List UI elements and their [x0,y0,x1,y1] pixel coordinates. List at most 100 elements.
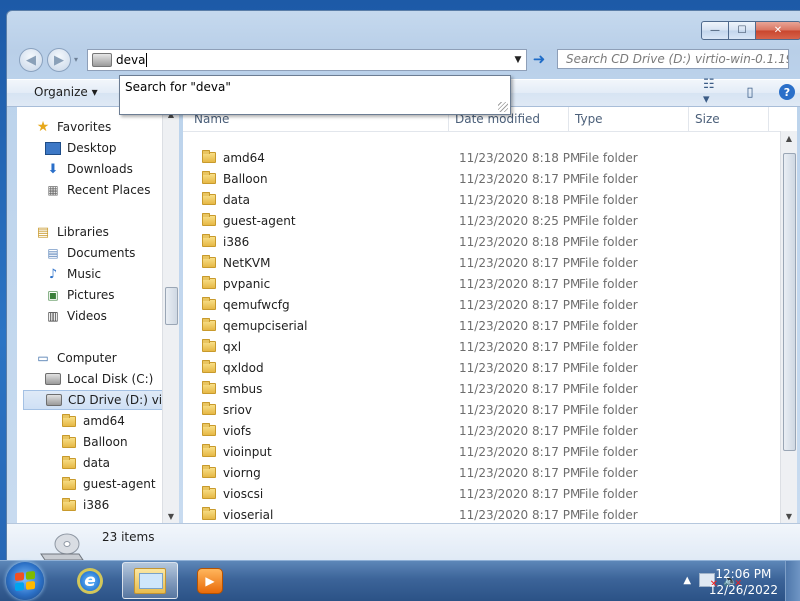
file-name-cell: viofs [201,423,251,438]
type-cell: File folder [579,318,638,333]
date-modified-cell: 11/23/2020 8:17 PM [459,444,581,459]
file-name-cell: pvpanic [201,276,270,291]
table-row[interactable]: qxl 11/23/2020 8:17 PM File folder [183,336,783,357]
show-desktop-button[interactable] [785,561,800,601]
start-button[interactable] [6,562,44,600]
window-controls: — ☐ ✕ [701,21,800,40]
close-button[interactable]: ✕ [755,21,800,40]
folder-icon [61,455,77,470]
date-modified-cell: 11/23/2020 8:17 PM [459,507,581,522]
scroll-down-arrow-icon[interactable]: ▼ [163,509,179,523]
taskbar-windows-explorer[interactable] [122,562,178,599]
type-cell: File folder [579,192,638,207]
go-button[interactable]: ➜ [529,50,549,68]
column-divider[interactable] [568,107,569,131]
sidebar-item-label: guest-agent [83,477,156,491]
star-icon: ★ [36,119,50,135]
forward-button[interactable]: ▶ [47,48,71,72]
file-list-scrollbar[interactable]: ▲ ▼ [780,131,797,523]
libraries-icon: ▤ [36,224,50,240]
sidebar-item-computer[interactable]: ▭ Computer [35,348,117,368]
table-row[interactable]: viorng 11/23/2020 8:17 PM File folder [183,462,783,483]
sidebar-item-desktop[interactable]: Desktop [45,138,117,158]
column-divider[interactable] [688,107,689,131]
scrollbar-thumb[interactable] [783,153,796,451]
table-row[interactable]: pvpanic 11/23/2020 8:17 PM File folder [183,273,783,294]
taskbar-media-player[interactable]: ▶ [182,562,238,599]
date-modified-cell: 11/23/2020 8:17 PM [459,360,581,375]
clock[interactable]: 12:06 PM 12/26/2022 [709,566,778,598]
sidebar-item-libraries[interactable]: ▤ Libraries [35,222,109,242]
sidebar-item-favorites[interactable]: ★ Favorites [35,117,112,137]
table-row[interactable]: qemufwcfg 11/23/2020 8:17 PM File folder [183,294,783,315]
sidebar-item-local-disk[interactable]: Local Disk (C:) [45,369,153,389]
search-suggestion-item[interactable]: Search for "deva" [125,80,231,94]
minimize-button[interactable]: — [701,21,729,40]
date-modified-cell: 11/23/2020 8:17 PM [459,465,581,480]
sidebar-item-balloon[interactable]: Balloon [61,432,128,452]
sidebar-item-downloads[interactable]: ⬇ Downloads [45,159,133,179]
address-bar[interactable]: deva ▼ [87,49,527,71]
scrollbar-thumb[interactable] [165,287,178,325]
address-dropdown-button[interactable]: ▼ [510,50,526,70]
table-row[interactable]: i386 11/23/2020 8:18 PM File folder [183,231,783,252]
table-row[interactable]: qemupciserial 11/23/2020 8:17 PM File fold… [183,315,783,336]
type-cell: File folder [579,255,638,270]
sidebar-item-documents[interactable]: ▤ Documents [45,243,135,263]
show-hidden-icons-button[interactable]: ▲ [683,575,691,586]
date-modified-cell: 11/23/2020 8:18 PM [459,234,581,249]
internet-explorer-icon: e [77,567,103,594]
help-icon[interactable]: ? [779,84,795,100]
preview-pane-icon: ▯ [746,84,754,100]
sidebar-item-music[interactable]: ♪ Music [45,264,101,284]
downloads-icon: ⬇ [47,161,59,177]
column-header-type[interactable]: Type [575,112,603,126]
table-row[interactable]: guest-agent 11/23/2020 8:25 PM File folder [183,210,783,231]
table-row[interactable]: NetKVM 11/23/2020 8:17 PM File folder [183,252,783,273]
scroll-up-arrow-icon[interactable]: ▲ [781,131,797,145]
table-row[interactable]: smbus 11/23/2020 8:17 PM File folder [183,378,783,399]
date-modified-cell: 11/23/2020 8:17 PM [459,255,581,270]
search-input[interactable]: Search CD Drive (D:) virtio-win-0.1.190 [566,52,788,66]
column-divider[interactable] [768,107,769,131]
table-row[interactable]: vioserial 11/23/2020 8:17 PM File folder [183,504,783,523]
table-row[interactable]: viofs 11/23/2020 8:17 PM File folder [183,420,783,441]
file-name: NetKVM [223,255,271,270]
sidebar-item-data[interactable]: data [61,453,110,473]
type-cell: File folder [579,486,638,501]
table-row[interactable]: vioinput 11/23/2020 8:17 PM File folder [183,441,783,462]
file-name: amd64 [223,150,265,165]
folder-icon [201,423,217,438]
sidebar-item-label: Computer [57,351,117,365]
type-cell: File folder [579,360,638,375]
sidebar-item-videos[interactable]: ▥ Videos [45,306,107,326]
back-button[interactable]: ◀ [19,48,43,72]
maximize-button[interactable]: ☐ [729,21,755,40]
sidebar-item-label: Downloads [67,162,133,176]
sidebar-item-guest-agent[interactable]: guest-agent [61,474,156,494]
table-row[interactable]: amd64 11/23/2020 8:18 PM File folder [183,147,783,168]
table-row[interactable]: sriov 11/23/2020 8:17 PM File folder [183,399,783,420]
navigation-pane-scrollbar[interactable]: ▲ ▼ [162,107,179,523]
sidebar-item-i386[interactable]: i386 [61,495,109,515]
search-box[interactable]: Search CD Drive (D:) virtio-win-0.1.190 [557,49,789,69]
sidebar-item-pictures[interactable]: ▣ Pictures [45,285,114,305]
sidebar-item-recent-places[interactable]: ▦ Recent Places [45,180,150,200]
recent-pages-dropdown[interactable]: ▾ [74,55,78,64]
sidebar-item-amd64[interactable]: amd64 [61,411,125,431]
table-row[interactable]: vioscsi 11/23/2020 8:17 PM File folder [183,483,783,504]
taskbar-internet-explorer[interactable]: e [62,562,118,599]
scroll-down-arrow-icon[interactable]: ▼ [781,509,797,523]
table-row[interactable]: qxldod 11/23/2020 8:17 PM File folder [183,357,783,378]
address-input[interactable]: deva [116,53,145,67]
resize-grip-icon[interactable] [498,102,508,112]
table-row[interactable]: Balloon 11/23/2020 8:17 PM File folder [183,168,783,189]
column-header-size[interactable]: Size [695,112,720,126]
table-row[interactable]: data 11/23/2020 8:18 PM File folder [183,189,783,210]
file-name: vioinput [223,444,272,459]
type-cell: File folder [579,381,638,396]
preview-pane-button[interactable]: ▯ [741,83,759,101]
change-view-button[interactable]: ☷ ▾ [703,77,721,107]
organize-menu-button[interactable]: Organize ▾ [34,85,98,99]
sidebar-item-cd-drive[interactable]: CD Drive (D:) virt [23,390,172,410]
